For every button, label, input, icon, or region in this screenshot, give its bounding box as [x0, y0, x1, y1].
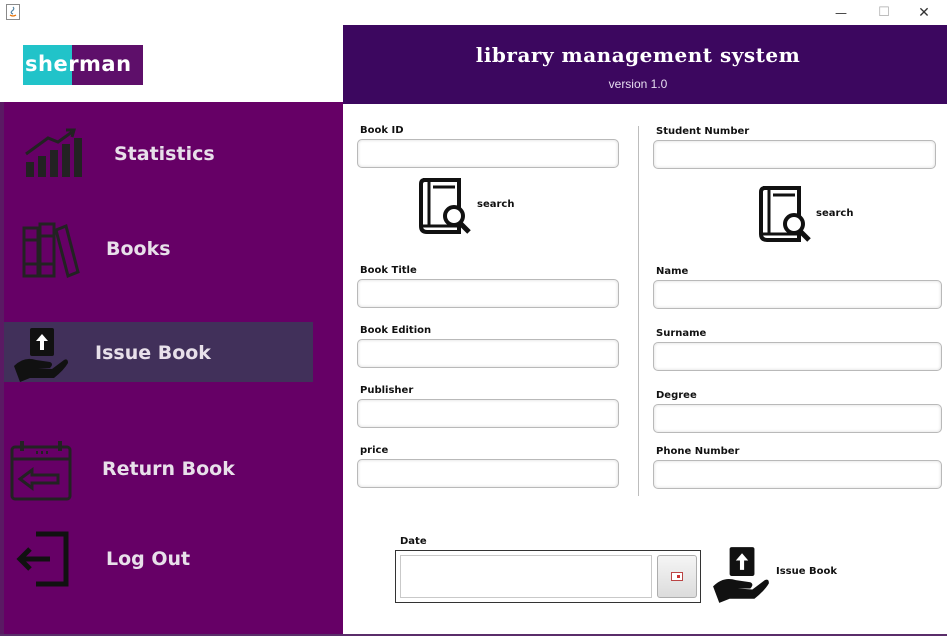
price-label: price — [360, 445, 389, 456]
logout-icon — [16, 531, 69, 587]
search-label: search — [816, 208, 854, 219]
calendar-icon — [671, 572, 683, 581]
java-icon — [6, 4, 20, 20]
calendar-return-icon — [10, 441, 72, 501]
book-search-button[interactable]: search — [417, 176, 517, 238]
window-titlebar: — ☐ ✕ — [0, 0, 947, 25]
student-search-icon — [759, 186, 811, 242]
issue-book-form: Book ID search Book Title Book Edition P… — [343, 104, 947, 634]
sidebar-item-books[interactable]: Books — [4, 218, 343, 279]
issue-book-button[interactable]: Issue Book — [711, 544, 841, 606]
date-picker-button[interactable] — [657, 555, 697, 598]
degree-field[interactable] — [653, 404, 942, 433]
phone-number-label: Phone Number — [656, 446, 740, 457]
book-edition-label: Book Edition — [360, 325, 432, 336]
sidebar-item-return-book[interactable]: Return Book — [4, 438, 343, 501]
column-divider — [638, 126, 639, 496]
date-chooser — [395, 550, 701, 603]
sidebar-item-label: Books — [106, 238, 171, 260]
search-label: search — [477, 199, 515, 210]
date-field[interactable] — [400, 555, 652, 598]
minimize-button[interactable]: — — [818, 0, 864, 25]
sidebar-item-statistics[interactable]: Statistics — [4, 122, 343, 182]
close-button[interactable]: ✕ — [901, 0, 947, 25]
name-field[interactable] — [653, 280, 942, 309]
sidebar-item-issue-book[interactable]: Issue Book — [4, 322, 313, 382]
student-number-label: Student Number — [656, 126, 750, 137]
logo: sherman — [23, 45, 143, 85]
book-id-field[interactable] — [357, 139, 619, 168]
bar-chart-icon — [25, 128, 82, 177]
books-icon — [22, 222, 80, 279]
sidebar-item-label: Statistics — [114, 143, 215, 165]
book-id-label: Book ID — [360, 125, 404, 136]
book-search-icon — [419, 178, 471, 234]
publisher-field[interactable] — [357, 399, 619, 428]
student-number-field[interactable] — [653, 140, 936, 169]
issue-book-label: Issue Book — [776, 566, 838, 577]
student-search-button[interactable]: search — [757, 184, 857, 246]
logo-text: sherman — [25, 52, 132, 76]
sidebar-item-label: Issue Book — [95, 342, 211, 364]
sidebar-item-label: Log Out — [106, 548, 191, 570]
degree-label: Degree — [656, 390, 697, 401]
sidebar-item-label: Return Book — [102, 458, 235, 480]
book-title-label: Book Title — [360, 265, 417, 276]
date-label: Date — [400, 536, 427, 547]
sidebar: Statistics Books Issue Book Return Book … — [4, 102, 343, 634]
publisher-label: Publisher — [360, 385, 414, 396]
sidebar-item-log-out[interactable]: Log Out — [4, 528, 343, 588]
surname-field[interactable] — [653, 342, 942, 371]
book-edition-field[interactable] — [357, 339, 619, 368]
app-header: library management system version 1.0 — [343, 25, 947, 104]
app-version: version 1.0 — [608, 77, 668, 91]
app-title: library management system — [475, 43, 801, 67]
issue-book-icon — [14, 328, 68, 382]
name-label: Name — [656, 266, 689, 277]
book-title-field[interactable] — [357, 279, 619, 308]
logo-area: sherman — [0, 25, 343, 102]
issue-book-icon — [713, 547, 769, 603]
phone-number-field[interactable] — [653, 460, 942, 489]
surname-label: Surname — [656, 328, 707, 339]
price-field[interactable] — [357, 459, 619, 488]
